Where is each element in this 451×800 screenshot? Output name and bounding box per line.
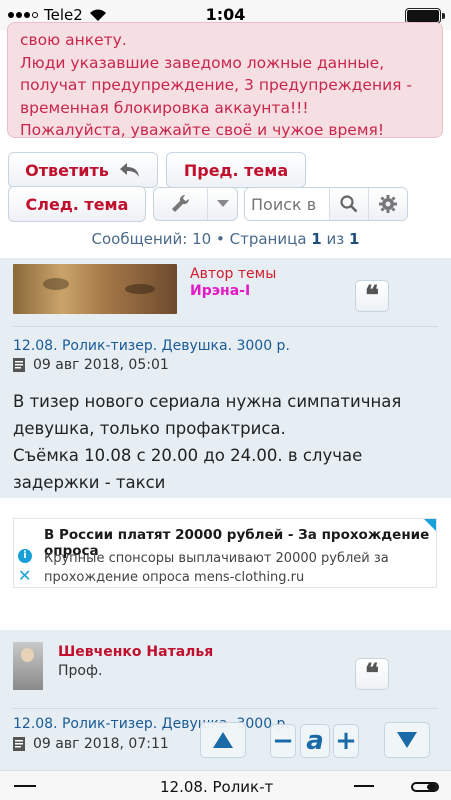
post-date-text: 09 авг 2018, 05:01: [33, 357, 169, 373]
close-icon[interactable]: ✕: [18, 568, 31, 584]
chevron-down-icon[interactable]: [207, 188, 237, 220]
avatar[interactable]: [13, 264, 177, 314]
post-title[interactable]: 12.08. Ролик-тизер. Девушка. 3000 р.: [13, 716, 290, 732]
font-increase-button[interactable]: +: [333, 724, 359, 758]
divider: [13, 326, 438, 327]
pagination-info: Сообщений: 10 • Страница 1 из 1: [0, 230, 451, 248]
post-body: В тизер нового сериала нужна симпатичная…: [13, 388, 438, 496]
topic-tools-dropdown[interactable]: [153, 187, 238, 221]
browser-bottom-bar: 12.08. Ролик-т: [0, 770, 451, 800]
warning-line: Пожалуйста, уважайте своё и чужое время!: [20, 121, 385, 139]
divider: [13, 708, 438, 709]
search-icon: [340, 195, 358, 213]
avatar[interactable]: [13, 642, 43, 690]
dash-icon[interactable]: [354, 785, 374, 787]
reply-label: Ответить: [25, 160, 109, 180]
minus-label: −: [272, 726, 294, 756]
wrench-icon[interactable]: [154, 188, 207, 220]
of-label: из: [326, 230, 345, 248]
author-name[interactable]: Шевченко Наталья: [58, 644, 213, 660]
page-label: Страница: [229, 230, 307, 248]
post: Автор темы Ирэна-I ❝ 12.08. Ролик-тизер.…: [0, 258, 451, 498]
prev-topic-button[interactable]: Пред. тема: [166, 152, 306, 188]
gear-icon: [379, 195, 397, 213]
search-box: [244, 187, 408, 221]
warning-line: свою анкету.: [20, 31, 127, 49]
page-total[interactable]: 1: [349, 230, 359, 248]
post-icon[interactable]: [13, 737, 25, 751]
font-decrease-button[interactable]: −: [270, 724, 296, 758]
warning-line: Люди указавшие заведомо ложные данные,: [20, 53, 385, 72]
post-body-line: задержки - такси: [13, 473, 166, 492]
post-body-line: девушка, только профактриса.: [13, 419, 286, 438]
minimize-icon[interactable]: [14, 785, 36, 787]
post-icon[interactable]: [13, 358, 25, 372]
post-date-text: 09 авг 2018, 07:11: [33, 736, 169, 752]
topic-author-label: Автор темы: [190, 266, 277, 282]
search-input[interactable]: [245, 188, 329, 220]
separator: •: [215, 230, 225, 248]
next-topic-label: След. тема: [25, 194, 129, 214]
ad-text[interactable]: Крупные спонсоры выплачивают 20000 рубле…: [44, 549, 424, 587]
messages-label: Сообщений:: [91, 230, 188, 248]
author-name[interactable]: Ирэна-I: [190, 283, 250, 299]
warning-notice: свою анкету. Люди указавшие заведомо лож…: [7, 22, 443, 139]
advertisement[interactable]: В России платят 20000 рублей - За прохож…: [13, 518, 437, 588]
reply-button[interactable]: Ответить: [8, 152, 158, 188]
warning-line: временная блокировка аккаунта!!!: [20, 98, 309, 117]
post-date: 09 авг 2018, 07:11: [13, 736, 169, 752]
reply-arrow-icon: [119, 163, 139, 177]
post-body-line: В тизер нового сериала нужна симпатичная: [13, 392, 402, 411]
plus-label: +: [335, 726, 357, 756]
toggle-icon[interactable]: [411, 782, 439, 792]
scroll-up-button[interactable]: [200, 722, 246, 758]
quote-button[interactable]: ❝: [355, 658, 389, 690]
font-label: a: [306, 726, 324, 756]
scroll-down-button[interactable]: [384, 722, 430, 758]
warning-line: получат предупреждение, 3 предупреждения…: [20, 76, 412, 94]
author-role: Проф.: [58, 663, 103, 679]
post-body-line: Съёмка 10.08 с 20.00 до 24.00. в случае: [13, 446, 363, 465]
next-topic-button[interactable]: След. тема: [8, 186, 146, 222]
page-current: 1: [311, 230, 322, 248]
info-icon[interactable]: i: [18, 549, 32, 563]
font-reset-button[interactable]: a: [300, 724, 330, 758]
search-button[interactable]: [329, 188, 368, 220]
post-title[interactable]: 12.08. Ролик-тизер. Девушка. 3000 р.: [13, 338, 290, 354]
advanced-search-button[interactable]: [368, 188, 407, 220]
prev-topic-label: Пред. тема: [183, 160, 289, 180]
messages-count: 10: [192, 230, 212, 248]
page-tab-title[interactable]: 12.08. Ролик-т: [160, 778, 280, 796]
post-date: 09 авг 2018, 05:01: [13, 357, 169, 373]
quote-button[interactable]: ❝: [355, 280, 389, 312]
